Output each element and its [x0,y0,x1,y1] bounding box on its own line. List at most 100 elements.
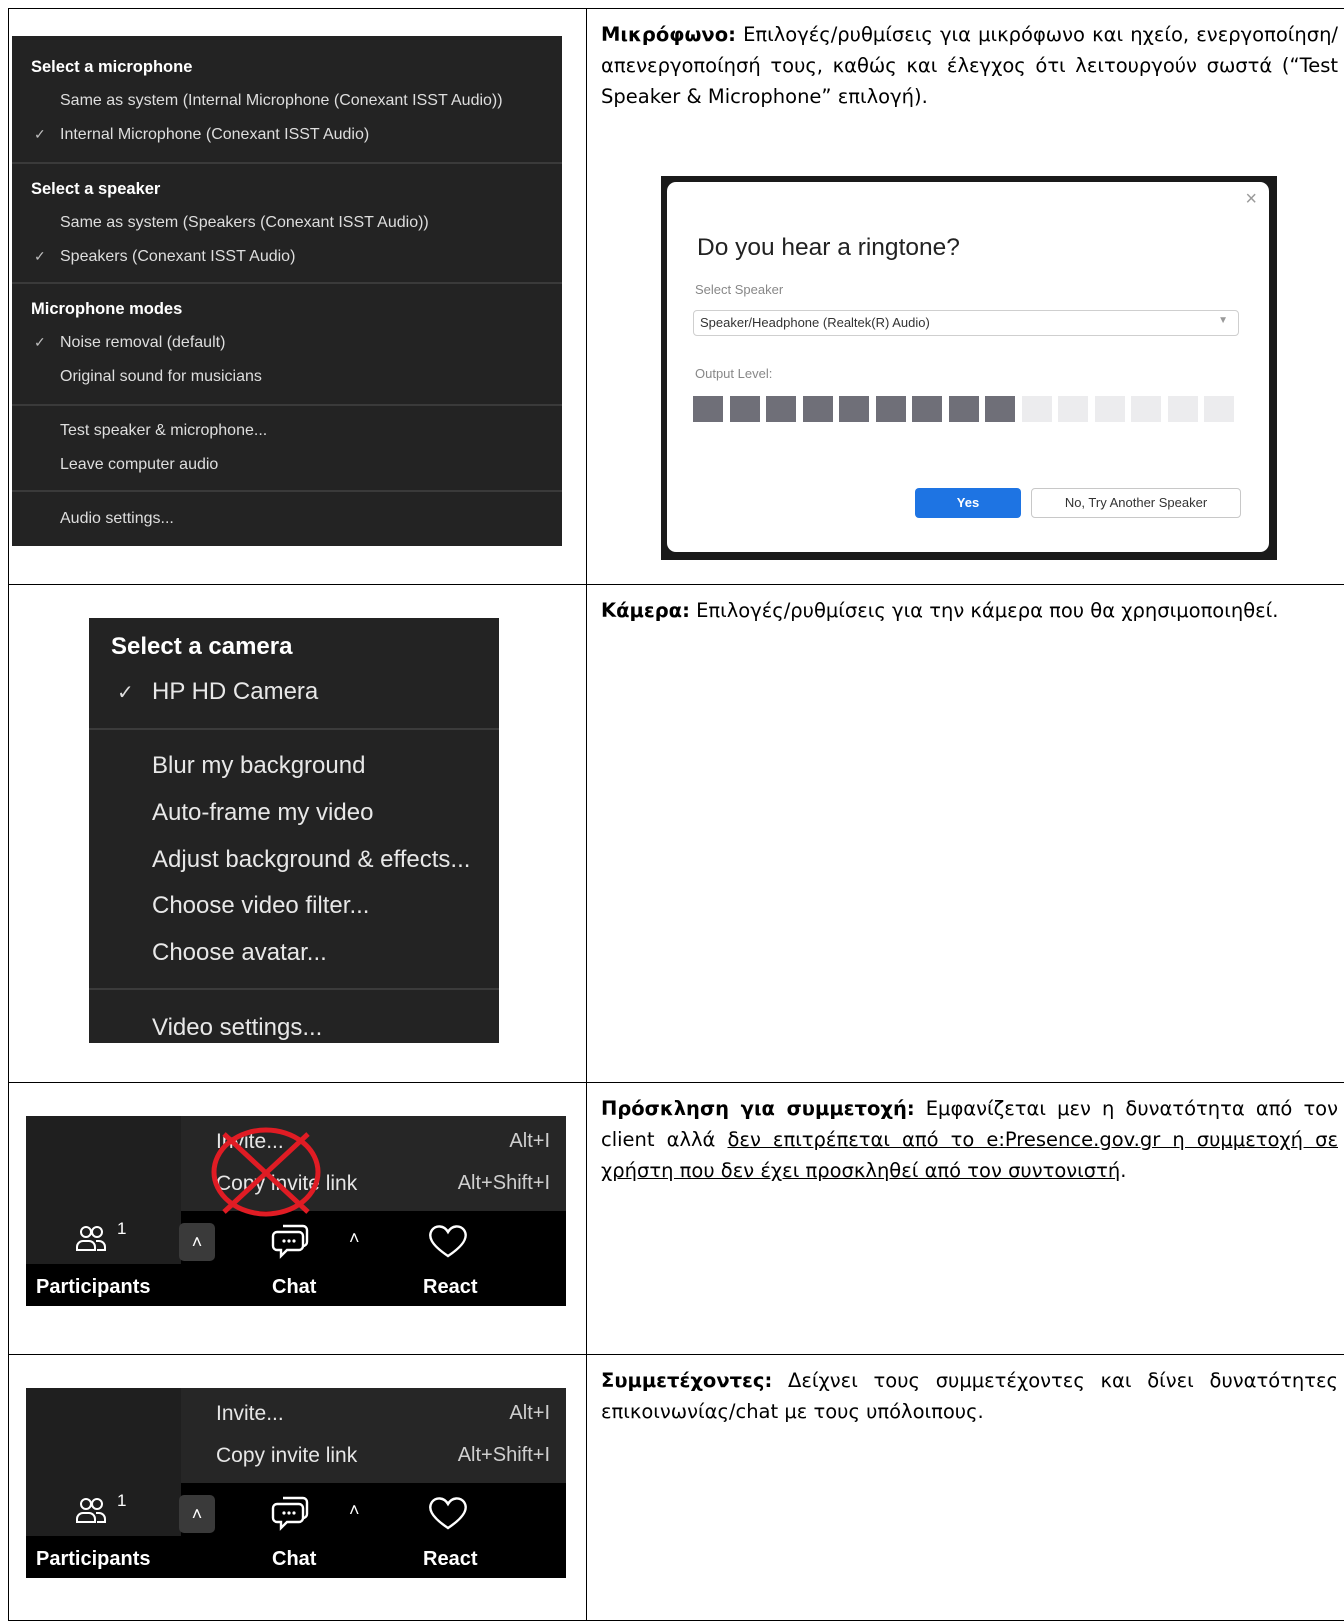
check-icon: ✓ [34,334,46,351]
choose-avatar-item[interactable]: Choose avatar... [152,939,327,967]
participants-toolbar: Invite... Alt+I Copy invite link Alt+Shi… [26,1388,566,1578]
microphone-description: Μικρόφωνο: Επιλογές/ρυθμίσεις για μικρόφ… [601,19,1338,112]
participants-icon[interactable] [74,1496,108,1528]
camera-option-hp-hd[interactable]: HP HD Camera [152,678,318,706]
copy-invite-shortcut: Alt+Shift+I [458,1444,550,1467]
participants-count: 1 [117,1219,126,1239]
red-cross-icon [196,1116,336,1224]
menu-divider [12,404,562,406]
output-level-segment [1095,396,1125,422]
ringtone-dialog-frame: × Do you hear a ringtone? Select Speaker… [661,176,1277,560]
participants-heading: Συμμετέχοντες: [601,1369,772,1392]
output-level-segment [1022,396,1052,422]
heart-icon[interactable] [426,1222,470,1260]
speaker-select-value: Speaker/Headphone (Realtek(R) Audio) [700,315,930,330]
audio-settings-item[interactable]: Audio settings... [60,510,174,528]
blur-background-item[interactable]: Blur my background [152,752,365,780]
check-icon: ✓ [34,126,46,143]
output-level-segment [912,396,942,422]
mic-option-internal[interactable]: Internal Microphone (Conexant ISST Audio… [60,126,369,144]
invite-text-end: . [1120,1159,1126,1182]
chat-chevron-up-icon[interactable]: ˄ [349,1228,360,1249]
participants-label: Participants [36,1276,150,1299]
copy-invite-link-item[interactable]: Copy invite link [216,1444,357,1468]
chat-icon[interactable] [271,1492,311,1532]
participants-description: Συμμετέχοντες: Δείχνει τους συμμετέχοντε… [601,1365,1338,1427]
close-icon[interactable]: × [1245,188,1257,211]
output-level-segment [1131,396,1161,422]
output-level-segment [876,396,906,422]
row-invite-text-cell: Πρόσκληση για συμμετοχή: Εμφανίζεται μεν… [587,1083,1344,1355]
output-level-segment [803,396,833,422]
chat-label: Chat [272,1276,316,1299]
menu-divider [12,282,562,284]
invite-description: Πρόσκληση για συμμετοχή: Εμφανίζεται μεν… [601,1093,1338,1186]
dialog-title: Do you hear a ringtone? [697,234,960,262]
speaker-option-same-as-system[interactable]: Same as system (Speakers (Conexant ISST … [60,214,429,232]
output-level-meter [693,396,1241,422]
leave-computer-audio-item[interactable]: Leave computer audio [60,456,218,474]
invite-popup: Invite... Alt+I Copy invite link Alt+Shi… [181,1388,566,1483]
ringtone-dialog: × Do you hear a ringtone? Select Speaker… [667,182,1269,552]
auto-frame-item[interactable]: Auto-frame my video [152,799,373,827]
output-level-segment [730,396,760,422]
chat-label: Chat [272,1548,316,1571]
output-level-label: Output Level: [695,366,772,381]
output-level-segment [693,396,723,422]
camera-text: Επιλογές/ρυθμίσεις για την κάμερα που θα… [690,599,1279,622]
output-level-segment [1058,396,1088,422]
menu-divider [12,490,562,492]
row-camera-text-cell: Κάμερα: Επιλογές/ρυθμίσεις για την κάμερ… [587,585,1344,1083]
mic-option-same-as-system[interactable]: Same as system (Internal Microphone (Con… [60,92,503,110]
test-speaker-microphone-item[interactable]: Test speaker & microphone... [60,422,267,440]
output-level-segment [766,396,796,422]
adjust-background-item[interactable]: Adjust background & effects... [152,846,470,874]
microphone-modes-header: Microphone modes [31,300,182,319]
video-settings-item[interactable]: Video settings... [152,1014,322,1042]
menu-divider [89,988,499,990]
audio-menu: Select a microphone Same as system (Inte… [12,36,562,546]
participants-count: 1 [117,1491,126,1511]
invite-item[interactable]: Invite... [216,1402,284,1426]
heart-icon[interactable] [426,1494,470,1532]
select-microphone-header: Select a microphone [31,58,192,77]
select-speaker-label: Select Speaker [695,282,783,297]
check-icon: ✓ [34,248,46,265]
video-filter-item[interactable]: Choose video filter... [152,892,369,920]
react-label: React [423,1548,477,1571]
chat-icon[interactable] [271,1220,311,1260]
participants-chevron-up-icon[interactable]: ˄ [179,1223,215,1261]
output-level-segment [985,396,1015,422]
copy-invite-shortcut: Alt+Shift+I [458,1172,550,1195]
camera-heading: Κάμερα: [601,599,690,622]
menu-divider [89,728,499,730]
menu-divider [12,162,562,164]
select-camera-header: Select a camera [111,633,292,661]
row-participants-text-cell: Συμμετέχοντες: Δείχνει τους συμμετέχοντε… [587,1355,1344,1621]
invite-shortcut: Alt+I [509,1402,550,1425]
participants-chevron-up-icon[interactable]: ˄ [179,1495,215,1533]
camera-description: Κάμερα: Επιλογές/ρυθμίσεις για την κάμερ… [601,595,1338,626]
chevron-down-icon: ▼ [1218,315,1228,326]
microphone-heading: Μικρόφωνο: [601,23,736,46]
chat-chevron-up-icon[interactable]: ˄ [349,1500,360,1521]
camera-menu: Select a camera ✓ HP HD Camera Blur my b… [89,618,499,1043]
output-level-segment [949,396,979,422]
mode-noise-removal[interactable]: Noise removal (default) [60,334,225,352]
mode-original-sound[interactable]: Original sound for musicians [60,368,262,386]
output-level-segment [1204,396,1234,422]
speaker-select[interactable]: Speaker/Headphone (Realtek(R) Audio) ▼ [693,310,1239,336]
check-icon: ✓ [117,680,134,705]
yes-button[interactable]: Yes [915,488,1021,518]
output-level-segment [1168,396,1198,422]
participants-label: Participants [36,1548,150,1571]
output-level-segment [839,396,869,422]
invite-shortcut: Alt+I [509,1130,550,1153]
invite-toolbar-crossed: Invite... Alt+I Copy invite link Alt+Shi… [26,1116,566,1306]
invite-heading: Πρόσκληση για συμμετοχή: [601,1097,915,1120]
speaker-option-speakers[interactable]: Speakers (Conexant ISST Audio) [60,248,295,266]
try-another-speaker-button[interactable]: No, Try Another Speaker [1031,488,1241,518]
react-label: React [423,1276,477,1299]
participants-icon[interactable] [74,1224,108,1256]
select-speaker-header: Select a speaker [31,180,160,199]
